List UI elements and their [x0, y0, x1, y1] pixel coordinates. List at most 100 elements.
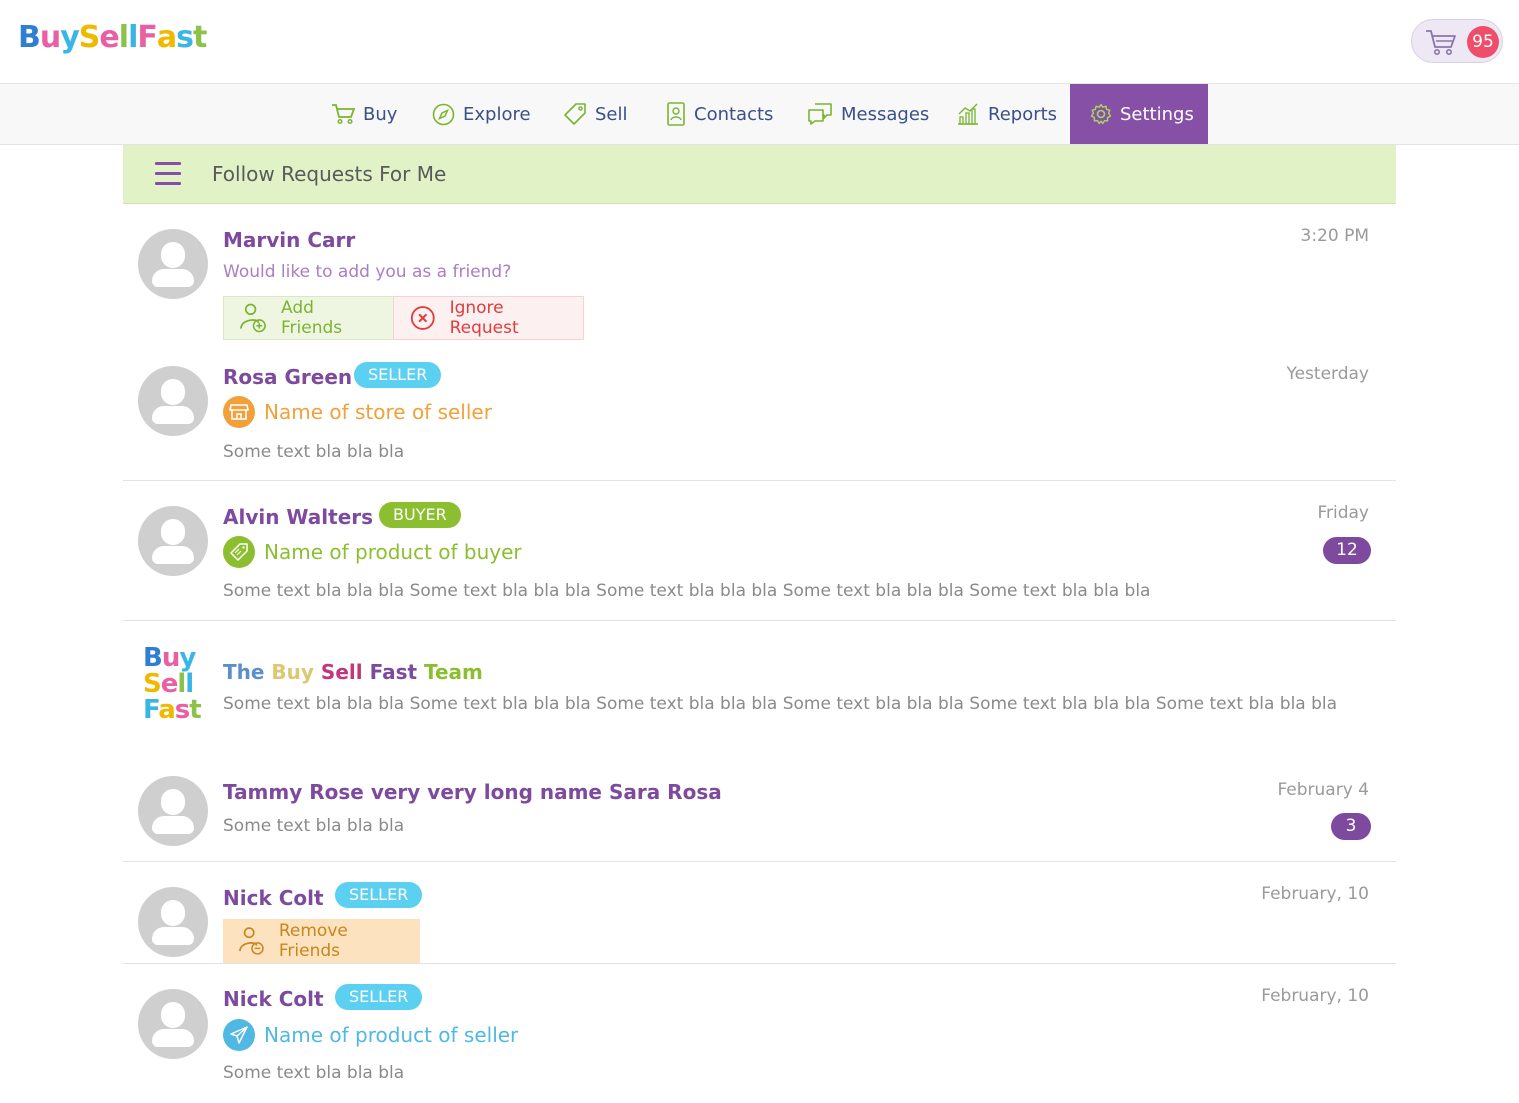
seller-badge: SELLER: [335, 984, 423, 1010]
cart-icon: [1426, 30, 1456, 55]
nav-item-explore[interactable]: Explore: [432, 84, 531, 144]
send-icon: [223, 1019, 255, 1051]
tag-icon: [223, 536, 255, 568]
avatar: [138, 887, 208, 957]
compass-icon: [432, 103, 455, 125]
unread-count-badge: 12: [1323, 537, 1371, 564]
follow-requests-header: Follow Requests For Me: [123, 145, 1396, 204]
product-name: Name of product of buyer: [264, 540, 522, 564]
nav-label: Contacts: [694, 103, 774, 125]
remove-friends-label: Remove Friends: [278, 921, 348, 961]
page-title: Follow Requests For Me: [212, 162, 447, 186]
list-item[interactable]: Nick Colt SELLER February, 10 Remove Fri…: [123, 862, 1396, 964]
list-item[interactable]: Nick Colt SELLER February, 10 Name of pr…: [123, 964, 1396, 1103]
logo-letter: u: [39, 20, 61, 55]
cart-count-badge: 95: [1467, 26, 1499, 58]
timestamp: 3:20 PM: [1300, 226, 1370, 246]
team-name[interactable]: The Buy Sell Fast Team: [223, 660, 483, 684]
team-name-fast: Fast: [369, 660, 418, 684]
list-item[interactable]: Tammy Rose very very long name Sara Rosa…: [123, 752, 1396, 862]
preview-text: Some text bla bla bla: [223, 1063, 405, 1083]
nav-item-contacts[interactable]: Contacts: [666, 84, 773, 144]
team-name-buy: Buy: [271, 660, 314, 684]
logo-letter: y: [60, 20, 80, 55]
list-item[interactable]: Rosa Green SELLER Yesterday Name of stor…: [123, 344, 1396, 481]
add-friends-button[interactable]: Add Friends: [223, 296, 394, 340]
nav-label: Buy: [363, 103, 398, 125]
avatar: [138, 989, 208, 1059]
logo-letter: l: [118, 20, 129, 55]
avatar: [138, 776, 208, 846]
product-name-line[interactable]: Name of product of buyer: [223, 536, 522, 568]
contact-name[interactable]: Alvin Walters: [223, 505, 373, 529]
preview-text: Some text bla bla bla: [223, 816, 405, 836]
chart-icon: [958, 103, 978, 125]
nav-item-buy[interactable]: Buy: [331, 84, 397, 144]
preview-text: Some text bla bla bla Some text bla bla …: [223, 581, 1151, 601]
store-icon: [223, 396, 255, 428]
team-logo: Buy Sell Fast: [143, 643, 202, 725]
contact-name[interactable]: Tammy Rose very very long name Sara Rosa: [223, 780, 722, 804]
gear-icon: [1090, 103, 1112, 125]
main-nav: Buy Explore Sell Contacts Messages Repor…: [0, 84, 1519, 145]
list-item[interactable]: Alvin Walters BUYER Friday 12 Name of pr…: [123, 481, 1396, 621]
avatar: [138, 506, 208, 576]
logo-letter: a: [156, 20, 177, 55]
timestamp: Yesterday: [1286, 364, 1369, 384]
nav-item-sell[interactable]: Sell: [563, 84, 628, 144]
avatar: [138, 229, 208, 299]
list-item[interactable]: Buy Sell Fast The Buy Sell Fast Team Som…: [123, 621, 1396, 752]
request-message: Would like to add you as a friend?: [223, 262, 512, 282]
cart-icon: [332, 104, 355, 125]
tag-icon: [564, 103, 586, 125]
logo-letter: t: [192, 20, 207, 55]
logo-letter: F: [137, 20, 157, 55]
nav-label: Sell: [595, 103, 628, 125]
nav-item-settings[interactable]: Settings: [1070, 84, 1208, 144]
store-name-line[interactable]: Name of store of seller: [223, 396, 492, 428]
contact-name[interactable]: Marvin Carr: [223, 228, 355, 252]
product-name: Name of product of seller: [264, 1023, 519, 1047]
store-name: Name of store of seller: [264, 400, 492, 424]
timestamp: February, 10: [1261, 884, 1369, 904]
team-name-sell: Sell: [320, 660, 363, 684]
menu-icon[interactable]: [155, 162, 181, 188]
team-name-team: Team: [424, 660, 483, 684]
contacts-icon: [667, 102, 685, 126]
contact-name[interactable]: Rosa Green: [223, 365, 352, 389]
logo-letter: e: [99, 20, 119, 55]
nav-label: Messages: [841, 103, 930, 125]
remove-user-icon: [239, 927, 264, 955]
product-name-line[interactable]: Name of product of seller: [223, 1019, 518, 1051]
add-user-icon: [240, 303, 266, 333]
logo-letter: s: [176, 20, 194, 55]
buyer-badge: BUYER: [379, 502, 461, 528]
nav-label: Explore: [463, 103, 531, 125]
contact-name[interactable]: Nick Colt: [223, 886, 324, 910]
logo-word-sell: Sell: [143, 669, 194, 699]
remove-friends-button[interactable]: Remove Friends: [223, 919, 420, 963]
cart-button[interactable]: 95: [1411, 19, 1503, 63]
preview-text: Some text bla bla bla Some text bla bla …: [223, 694, 1338, 714]
seller-badge: SELLER: [335, 882, 423, 908]
logo-letter: l: [128, 20, 138, 55]
contact-name[interactable]: Nick Colt: [223, 987, 324, 1011]
timestamp: February, 10: [1261, 986, 1369, 1006]
logo-word-buy: Buy: [143, 643, 196, 673]
timestamp: February 4: [1277, 780, 1369, 800]
nav-item-messages[interactable]: Messages: [807, 84, 929, 144]
logo-letter: S: [78, 20, 101, 55]
logo[interactable]: BuySellFast: [18, 20, 207, 55]
messages-icon: [808, 103, 832, 125]
nav-item-reports[interactable]: Reports: [956, 84, 1057, 144]
ignore-request-button[interactable]: Ignore Request: [393, 296, 584, 340]
nav-label: Settings: [1120, 103, 1194, 125]
list-item[interactable]: Marvin Carr 3:20 PM Would like to add yo…: [123, 204, 1396, 344]
timestamp: Friday: [1317, 503, 1369, 523]
logo-letter: B: [18, 20, 41, 55]
top-bar: BuySellFast 95: [0, 0, 1519, 84]
ignore-request-label: Ignore Request: [449, 298, 519, 338]
logo-word-fast: Fast: [143, 695, 202, 725]
team-name-the: The: [223, 660, 265, 684]
seller-badge: SELLER: [354, 362, 442, 388]
